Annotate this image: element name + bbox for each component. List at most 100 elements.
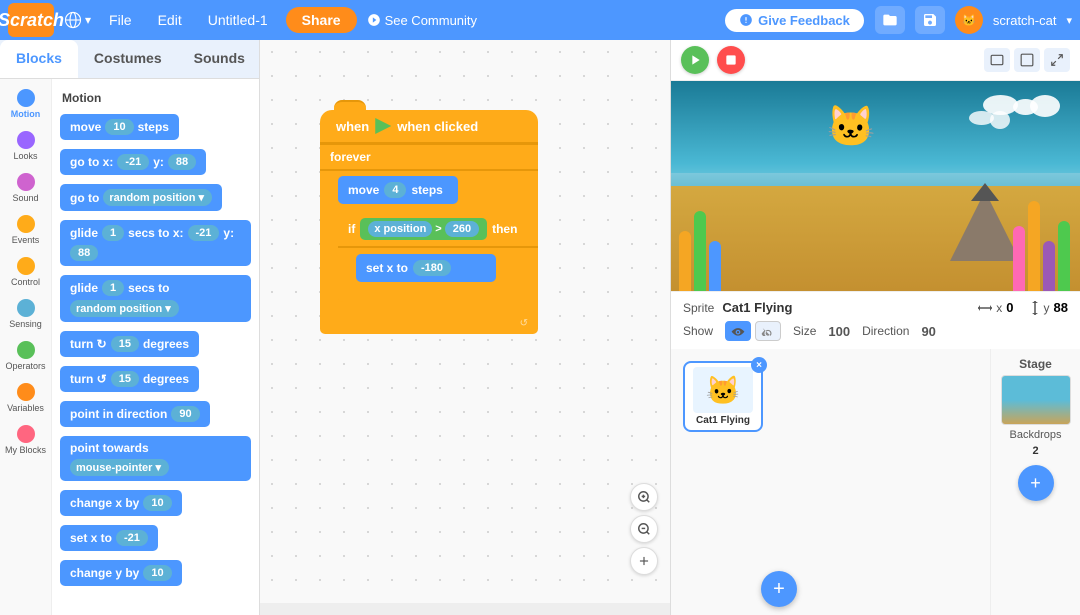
show-label: Show <box>683 324 713 338</box>
share-button[interactable]: Share <box>286 7 357 33</box>
zoom-center-button[interactable] <box>630 547 658 575</box>
file-menu[interactable]: File <box>101 8 140 32</box>
green-flag-button[interactable] <box>681 46 709 74</box>
add-backdrop-button[interactable]: + <box>1018 465 1054 501</box>
plants-left <box>679 211 721 291</box>
stage-large-view[interactable] <box>1014 48 1040 72</box>
block-glide-pos[interactable]: glide 1 secs to random position ▾ <box>60 275 251 322</box>
direction-label: Direction <box>862 324 909 338</box>
then-label: then <box>492 222 517 236</box>
size-value[interactable]: 100 <box>828 324 850 339</box>
horizontal-scrollbar[interactable] <box>260 603 670 615</box>
sprite-thumbnail: 🐱 <box>693 367 753 413</box>
cat-sprite: 🐱 <box>826 103 876 150</box>
top-navigation: Scratch ▾ File Edit Untitled-1 Share See… <box>0 0 1080 40</box>
stop-button[interactable] <box>717 46 745 74</box>
code-canvas[interactable]: when when clicked forever move 4 <box>260 40 670 585</box>
tabs-row: Blocks Costumes Sounds <box>0 40 259 79</box>
block-change-x[interactable]: change x by 10 <box>60 490 182 516</box>
sidebar-item-myblocks[interactable]: My Blocks <box>0 419 51 461</box>
stage-fullscreen[interactable] <box>1044 48 1070 72</box>
x-position-reporter: x position <box>368 221 432 237</box>
sprite-remove-button[interactable]: × <box>751 357 767 373</box>
stage-canvas: 🐱 <box>671 81 1080 291</box>
show-buttons <box>725 321 781 341</box>
avatar: 🐱 <box>955 6 983 34</box>
script-group[interactable]: when when clicked forever move 4 <box>320 110 538 334</box>
blocks-content: Motion Looks Sound Events Control <box>0 79 259 615</box>
block-change-y[interactable]: change y by 10 <box>60 560 182 586</box>
set-x-value[interactable]: -180 <box>413 260 451 276</box>
show-hidden-button[interactable] <box>755 321 781 341</box>
stage-thumbnail-image[interactable] <box>1001 375 1071 425</box>
sidebar-item-sensing[interactable]: Sensing <box>0 293 51 335</box>
stage-panel-label: Stage <box>1019 357 1052 371</box>
project-title[interactable]: Untitled-1 <box>200 8 276 32</box>
zoom-in-button[interactable] <box>630 483 658 511</box>
move-label: move <box>348 183 379 197</box>
cloud-2 <box>969 111 1010 129</box>
block-point-toward[interactable]: point towards mouse-pointer ▾ <box>60 436 251 481</box>
block-goto-pos[interactable]: go to random position ▾ <box>60 184 222 211</box>
sidebar-item-sound[interactable]: Sound <box>0 167 51 209</box>
volcano <box>950 191 1020 261</box>
sidebar-item-motion[interactable]: Motion <box>0 83 51 125</box>
main-layout: Blocks Costumes Sounds Motion Looks Soun… <box>0 40 1080 615</box>
sidebar-item-looks[interactable]: Looks <box>0 125 51 167</box>
sprite-card-cat1[interactable]: × 🐱 Cat1 Flying <box>683 361 763 432</box>
tab-costumes[interactable]: Costumes <box>78 40 178 78</box>
block-goto-xy[interactable]: go to x: -21 y: 88 <box>60 149 206 175</box>
stage-controls <box>671 40 1080 81</box>
bound-value[interactable]: 260 <box>445 221 479 237</box>
language-selector[interactable]: ▾ <box>64 11 91 29</box>
show-visible-button[interactable] <box>725 321 751 341</box>
edit-menu[interactable]: Edit <box>150 8 190 32</box>
sidebar-item-control[interactable]: Control <box>0 251 51 293</box>
scratch-logo[interactable]: Scratch <box>8 3 54 37</box>
sprite-name-value[interactable]: Cat1 Flying <box>722 300 970 315</box>
block-move[interactable]: move 10 steps <box>60 114 179 140</box>
sprite-info: Sprite Cat1 Flying x 0 y 88 Show <box>671 291 1080 349</box>
zoom-out-button[interactable] <box>630 515 658 543</box>
block-set-x[interactable]: set x to -21 <box>60 525 158 551</box>
see-community-button[interactable]: See Community <box>367 13 477 28</box>
if-label: if <box>348 222 355 236</box>
x-coord: x 0 <box>978 300 1013 315</box>
block-turn-cw[interactable]: turn ↻ 15 degrees <box>60 331 199 357</box>
motion-section-label: Motion <box>62 91 251 105</box>
sidebar-item-variables[interactable]: Variables <box>0 377 51 419</box>
zoom-controls <box>630 483 658 575</box>
backdrops-label: Backdrops <box>1010 429 1062 441</box>
block-point-dir[interactable]: point in direction 90 <box>60 401 210 427</box>
hat-clicked: when clicked <box>397 119 478 134</box>
tab-blocks[interactable]: Blocks <box>0 40 78 78</box>
folder-button[interactable] <box>875 6 905 34</box>
block-glide-xy[interactable]: glide 1 secs to x: -21 y: 88 <box>60 220 251 266</box>
blocks-list: Motion move 10 steps go to x: -21 y: 88 <box>52 79 259 615</box>
block-turn-ccw[interactable]: turn ↺ 15 degrees <box>60 366 199 392</box>
move-value[interactable]: 4 <box>384 182 406 198</box>
set-x-label: set x to <box>366 261 408 275</box>
x-value[interactable]: 0 <box>1006 300 1013 315</box>
sprite-card-name: Cat1 Flying <box>689 415 757 426</box>
sidebar-item-events[interactable]: Events <box>0 209 51 251</box>
code-area: when when clicked forever move 4 <box>260 40 670 615</box>
sprite-stage-row: × 🐱 Cat1 Flying Stage Backdrops 2 + + <box>671 349 1080 615</box>
right-panel: 🐱 Sprite Cat1 Fl <box>670 40 1080 615</box>
y-value[interactable]: 88 <box>1054 300 1068 315</box>
plants-right <box>1013 201 1070 291</box>
save-button[interactable] <box>915 6 945 34</box>
hat-label: when <box>336 119 369 134</box>
add-sprite-button[interactable]: + <box>761 571 797 607</box>
sidebar-item-operators[interactable]: Operators <box>0 335 51 377</box>
tab-sounds[interactable]: Sounds <box>178 40 260 78</box>
stage-small-view[interactable] <box>984 48 1010 72</box>
forever-label: forever <box>330 150 371 164</box>
stage-thumbnail-panel: Stage Backdrops 2 + <box>990 349 1080 615</box>
feedback-button[interactable]: Give Feedback <box>724 8 865 33</box>
direction-value[interactable]: 90 <box>921 324 935 339</box>
backdrops-count: 2 <box>1032 445 1038 457</box>
size-label: Size <box>793 324 816 338</box>
user-name[interactable]: scratch-cat <box>993 13 1057 28</box>
sprite-label: Sprite <box>683 301 714 315</box>
